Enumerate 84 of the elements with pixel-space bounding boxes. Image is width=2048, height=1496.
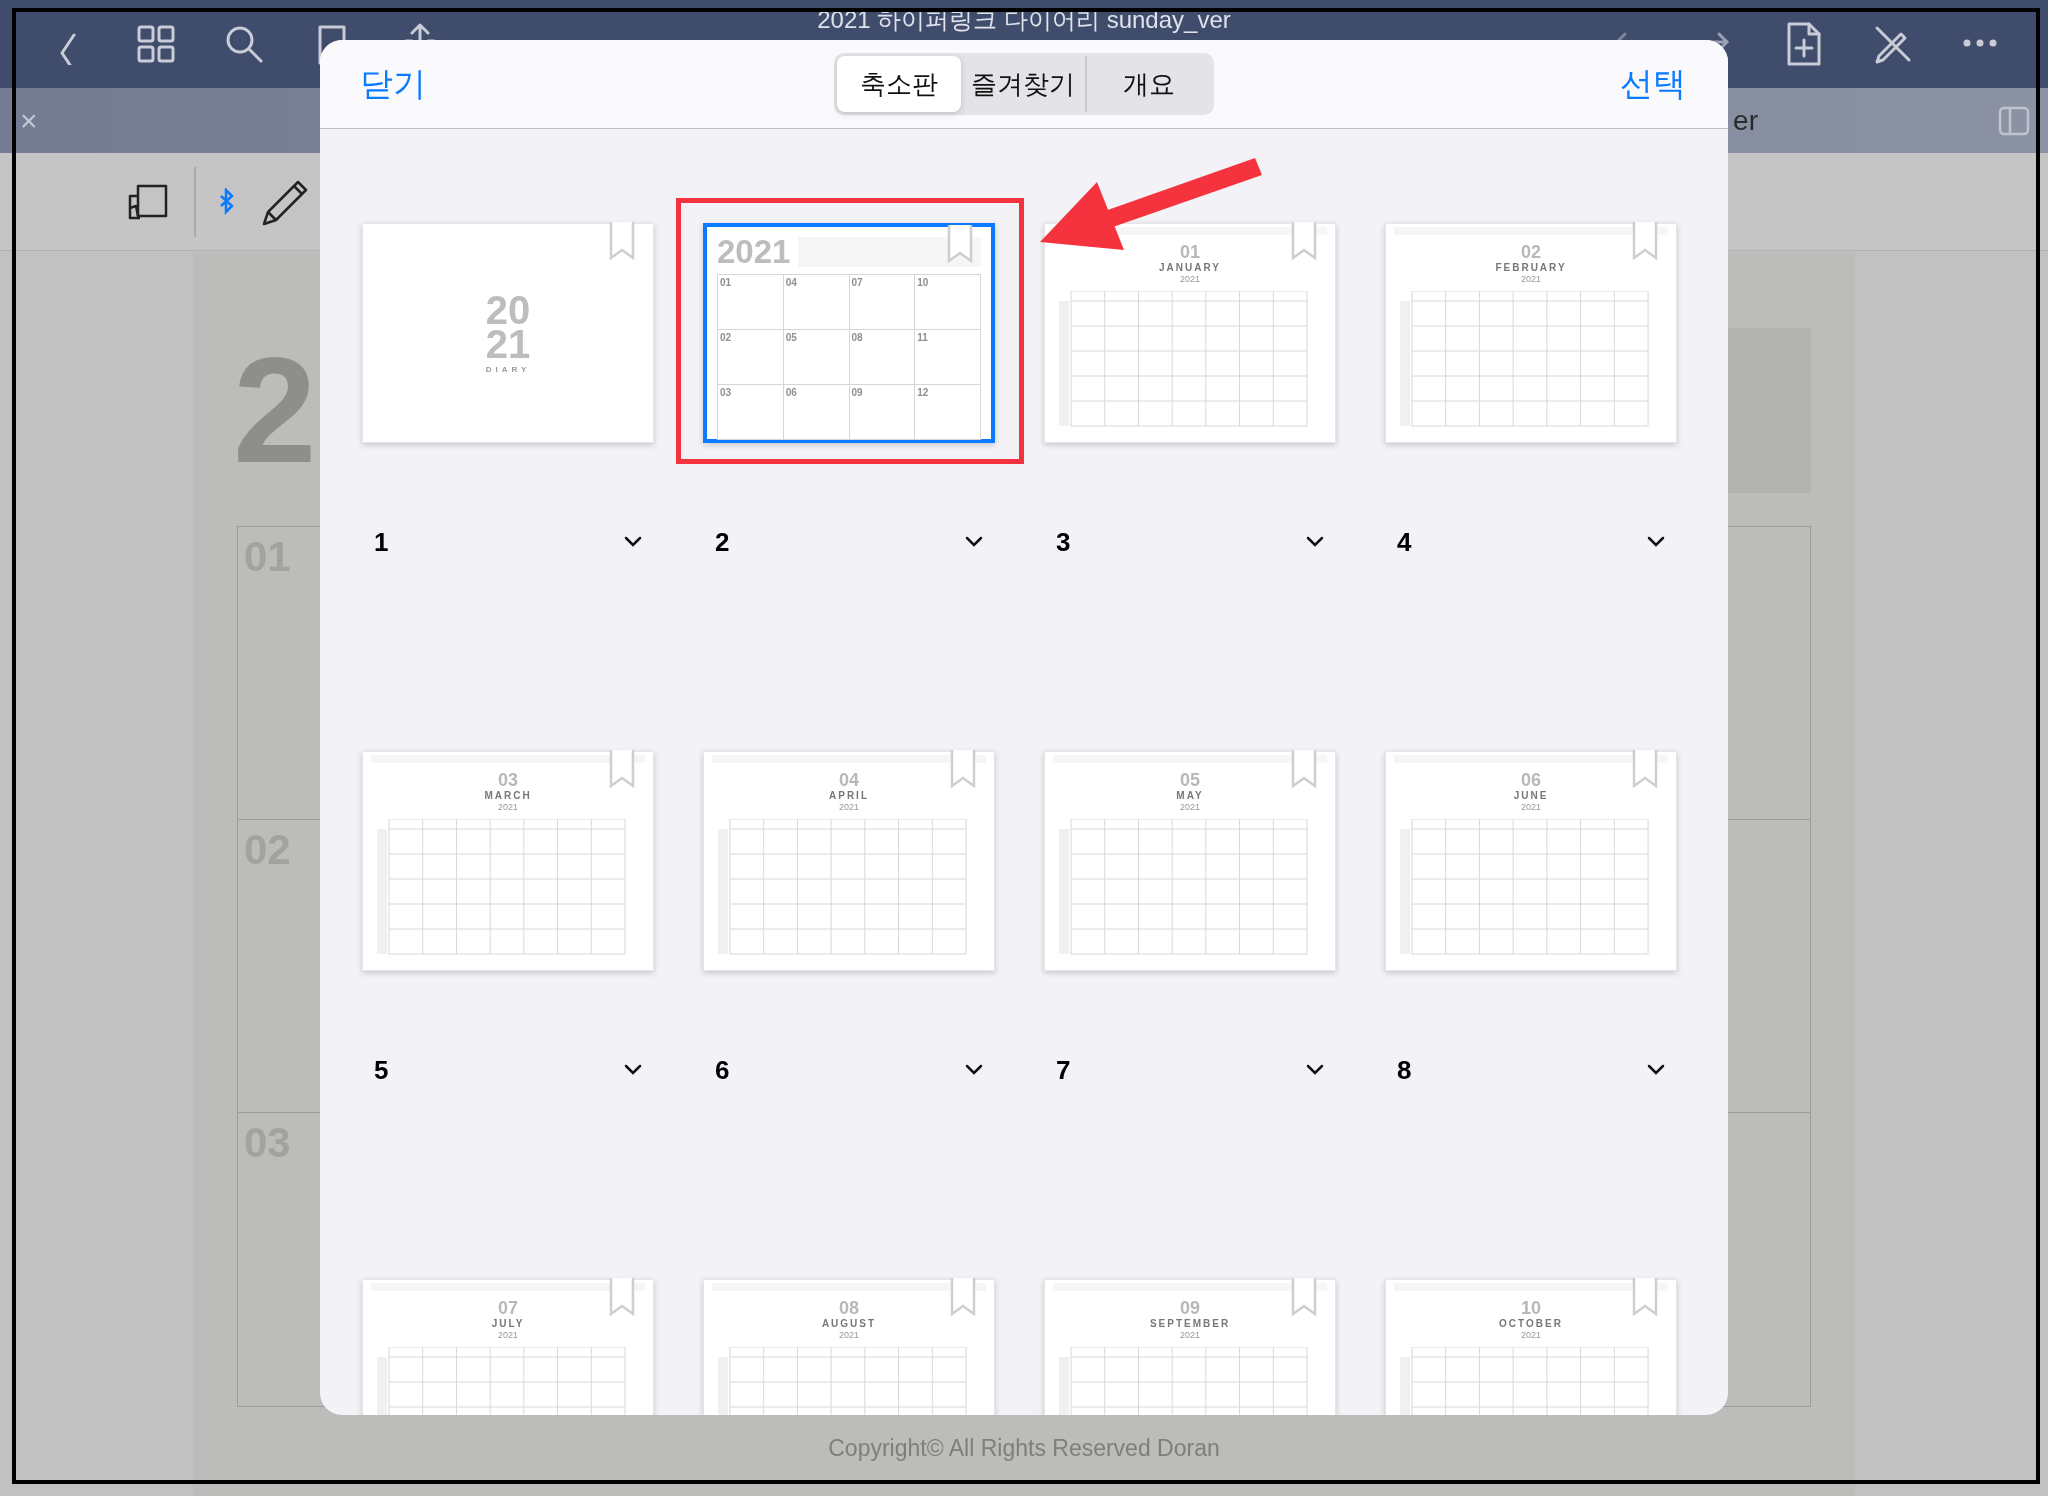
month-number: 03 (498, 770, 518, 789)
month-number: 08 (839, 1298, 859, 1317)
bluetooth-icon (218, 187, 236, 216)
page-number: 2 (715, 526, 730, 558)
month-number: 04 (839, 770, 859, 789)
chevron-down-icon[interactable] (1306, 1064, 1324, 1076)
segment-tab[interactable]: 즐겨찾기 (961, 56, 1087, 112)
year-label: 2021 (1521, 274, 1541, 284)
month-title: JANUARY (1159, 262, 1221, 273)
month-title: MARCH (484, 790, 532, 801)
year-label: 2021 (1521, 802, 1541, 812)
chevron-down-icon[interactable] (624, 1064, 642, 1076)
page-number: 8 (1397, 1054, 1412, 1086)
year-label: 2021 (1180, 1330, 1200, 1340)
page-thumbnail[interactable]: 06 JUNE 2021 (1385, 751, 1677, 971)
copyright-text: Copyright© All Rights Reserved Doran (827, 1435, 1221, 1462)
month-title: MAY (1176, 790, 1204, 801)
month-cell[interactable]: 04 (783, 275, 850, 330)
month-number: 09 (1180, 1298, 1200, 1317)
month-title: JUNE (1513, 790, 1549, 801)
page-thumbnail[interactable]: 05 MAY 2021 (1044, 751, 1336, 971)
month-cell[interactable]: 10 (915, 275, 981, 330)
tab-title[interactable]: er (1733, 104, 1758, 137)
month-number: 06 (1521, 770, 1541, 789)
month-cell[interactable]: 06 (783, 385, 850, 440)
year-label: 2021 (498, 802, 518, 812)
page-thumbnail[interactable]: 01 JANUARY 2021 (1044, 223, 1336, 443)
month-title: AUGUST (821, 1318, 877, 1329)
chevron-down-icon[interactable] (624, 536, 642, 548)
page-thumbnail[interactable]: 20 21 DIARY (362, 223, 654, 443)
month-cell[interactable]: 09 (849, 385, 916, 440)
year-label: 2021 (498, 1330, 518, 1340)
year-title: 2021 (717, 235, 791, 268)
chevron-down-icon[interactable] (1647, 536, 1665, 548)
page-number: 5 (374, 1054, 389, 1086)
page-number: 6 (715, 1054, 730, 1086)
page-number: 3 (1056, 526, 1071, 558)
cover-subtitle: DIARY (485, 364, 531, 374)
segment-tab[interactable]: 개요 (1087, 56, 1211, 112)
page-number: 7 (1056, 1054, 1071, 1086)
month-cell[interactable]: 03 (718, 385, 784, 440)
select-button[interactable]: 선택 (1620, 61, 1686, 107)
year-label: 2021 (1521, 1330, 1541, 1340)
year-label: 2021 (1180, 274, 1200, 284)
page-number: 1 (374, 526, 389, 558)
page-thumbnail[interactable]: 09 SEPTEMBER 2021 (1044, 1279, 1336, 1415)
chevron-down-icon[interactable] (965, 1064, 983, 1076)
month-title: FEBRUARY (1495, 262, 1567, 273)
year-label: 2021 (839, 1330, 859, 1340)
month-cell[interactable]: 07 (849, 275, 916, 330)
grid-icon[interactable] (135, 23, 177, 65)
month-cell[interactable]: 11 (915, 330, 981, 385)
page-thumbnail[interactable]: 08 AUGUST 2021 (703, 1279, 995, 1415)
cover-year: 21 (485, 326, 531, 361)
page-thumbnail[interactable]: 02 FEBRUARY 2021 (1385, 223, 1677, 443)
month-cell[interactable]: 05 (783, 330, 850, 385)
month-number: 01 (1180, 242, 1200, 261)
page-thumbnail[interactable]: 03 MARCH 2021 (362, 751, 654, 971)
month-cell[interactable]: 08 (849, 330, 916, 385)
month-cell[interactable]: 02 (718, 330, 784, 385)
page-number: 4 (1397, 526, 1412, 558)
chevron-down-icon[interactable] (1647, 1064, 1665, 1076)
page-thumbnail[interactable]: 2021 01 04 07 10 02 05 08 11 03 06 09 12 (703, 223, 995, 443)
month-number: 02 (1521, 242, 1541, 261)
year-label: 2021 (839, 802, 859, 812)
page-thumbnail[interactable]: 04 APRIL 2021 (703, 751, 995, 971)
month-title: SEPTEMBER (1149, 1318, 1231, 1329)
cover-year: 20 (485, 292, 531, 327)
close-tab-button[interactable]: × (20, 103, 38, 138)
close-button[interactable]: 닫기 (360, 61, 426, 107)
month-cell[interactable]: 01 (718, 275, 784, 330)
chevron-down-icon[interactable] (1306, 536, 1324, 548)
month-cell[interactable]: 12 (915, 385, 981, 440)
month-number: 07 (498, 1298, 518, 1317)
segment-tab[interactable]: 축소판 (837, 56, 961, 112)
year-label: 2021 (1180, 802, 1200, 812)
chevron-down-icon[interactable] (965, 536, 983, 548)
month-title: OCTOBER (1499, 1318, 1563, 1329)
month-number: 10 (1521, 1298, 1541, 1317)
page-thumbnail[interactable]: 10 OCTOBER 2021 (1385, 1279, 1677, 1415)
page-thumbnail[interactable]: 07 JULY 2021 (362, 1279, 654, 1415)
month-title: JULY (491, 1318, 525, 1329)
month-number: 05 (1180, 770, 1200, 789)
month-title: APRIL (829, 790, 869, 801)
